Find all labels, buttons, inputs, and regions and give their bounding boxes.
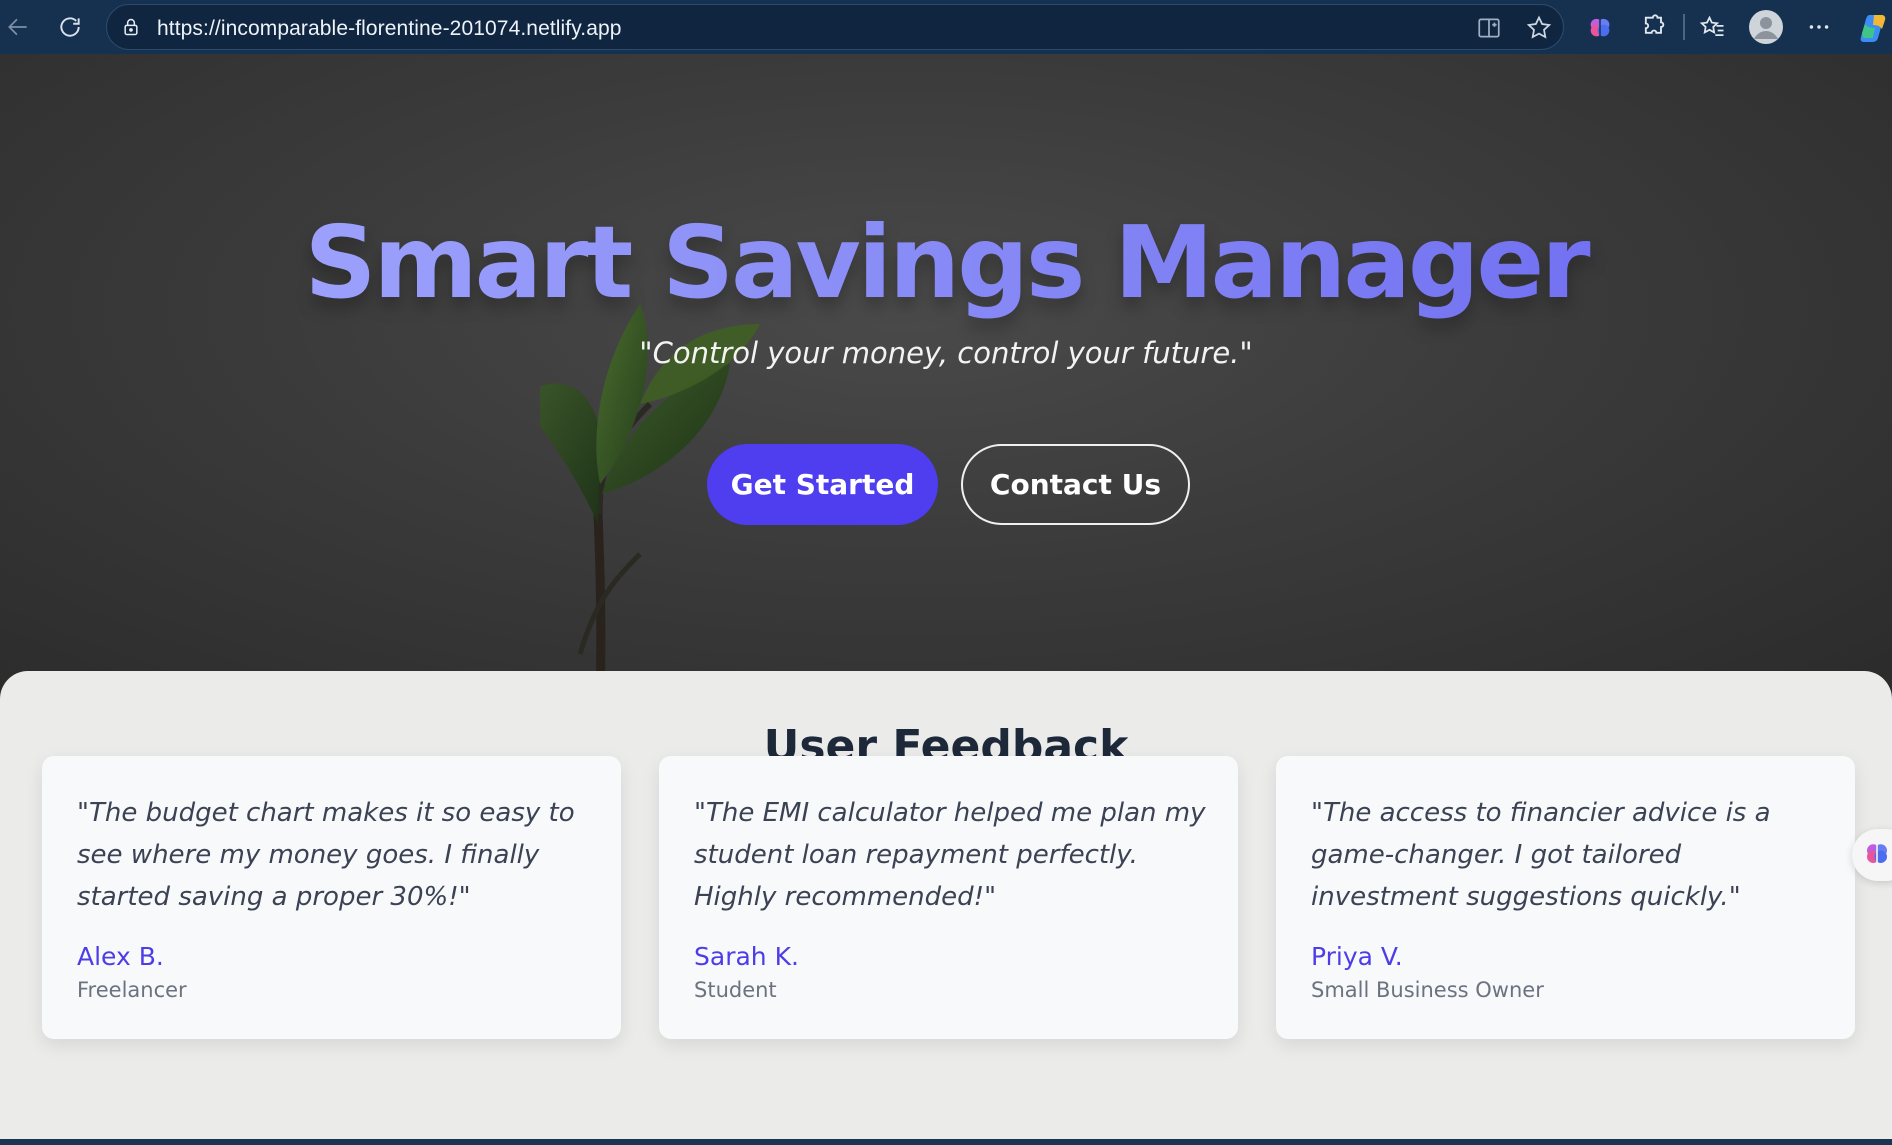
browser-toolbar: https://incomparable-florentine-201074.n…: [0, 0, 1892, 54]
feedback-card: "The EMI calculator helped me plan my st…: [659, 756, 1238, 1039]
favorite-star-icon[interactable]: [1525, 14, 1553, 47]
feedback-role: Student: [694, 978, 777, 1002]
reload-icon[interactable]: [52, 9, 88, 45]
get-started-button[interactable]: Get Started: [707, 444, 938, 525]
back-icon[interactable]: [0, 9, 36, 45]
url-text[interactable]: https://incomparable-florentine-201074.n…: [157, 17, 622, 41]
hero-tagline: "Control your money, control your future…: [639, 336, 1253, 370]
feedback-card: "The access to financier advice is a gam…: [1276, 756, 1855, 1039]
feedback-role: Small Business Owner: [1311, 978, 1544, 1002]
bottom-edge: [0, 1139, 1892, 1145]
toolbar-divider: [1683, 14, 1685, 40]
contact-us-button[interactable]: Contact Us: [961, 444, 1190, 525]
feedback-role: Freelancer: [77, 978, 187, 1002]
extensions-puzzle-icon[interactable]: [1636, 9, 1672, 45]
ai-brain-extension-icon[interactable]: [1582, 9, 1618, 45]
more-options-icon[interactable]: [1801, 9, 1837, 45]
feedback-author: Priya V.: [1311, 942, 1403, 971]
feedback-author: Sarah K.: [694, 942, 799, 971]
feedback-quote: "The budget chart makes it so easy to se…: [77, 798, 575, 912]
ai-brain-icon[interactable]: [1862, 838, 1892, 873]
profile-avatar-icon[interactable]: [1748, 9, 1784, 45]
favorites-list-icon[interactable]: [1695, 9, 1731, 45]
lock-icon[interactable]: [121, 17, 141, 42]
hero-section: Smart Savings Manager Smart Savings Mana…: [0, 54, 1892, 694]
hero-title: Smart Savings Manager: [0, 204, 1892, 321]
feedback-card: "The budget chart makes it so easy to se…: [42, 756, 621, 1039]
split-screen-icon[interactable]: [1476, 15, 1502, 46]
feedback-quote: "The access to financier advice is a gam…: [1311, 798, 1771, 912]
address-bar[interactable]: https://incomparable-florentine-201074.n…: [106, 4, 1564, 50]
feedback-quote: "The EMI calculator helped me plan my st…: [694, 798, 1206, 912]
feedback-author: Alex B.: [77, 942, 164, 971]
copilot-icon[interactable]: [1856, 9, 1892, 45]
